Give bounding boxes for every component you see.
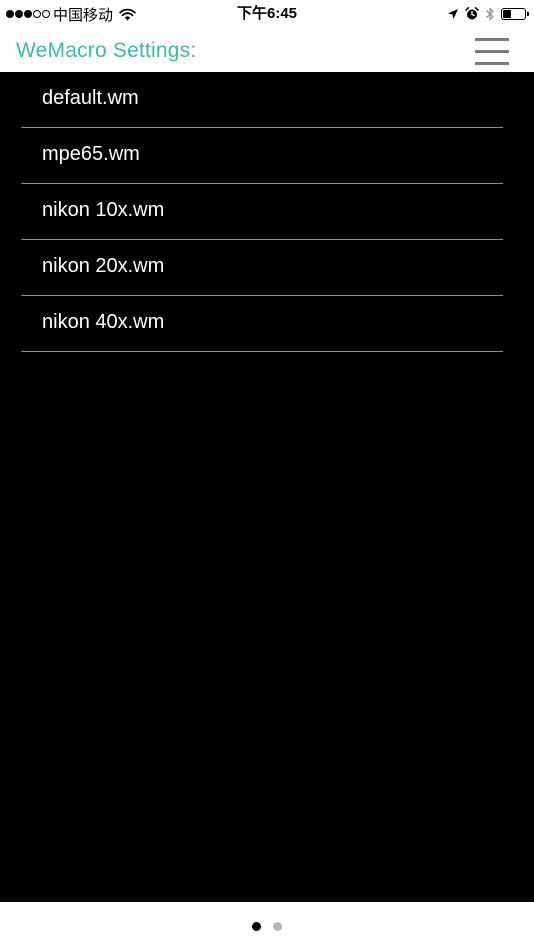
menu-bar-bottom <box>475 62 509 65</box>
status-bar: 中国移动 下午6:45 <box>0 0 534 28</box>
location-arrow-icon <box>448 9 458 19</box>
list-item-nikon-40x[interactable]: nikon 40x.wm <box>21 296 503 352</box>
list-item-mpe65[interactable]: mpe65.wm <box>21 128 503 184</box>
file-list-panel: default.wm mpe65.wm nikon 10x.wm nikon 2… <box>0 72 534 902</box>
battery-fill <box>503 10 512 18</box>
menu-bar-top <box>475 38 509 41</box>
battery-icon <box>501 8 529 20</box>
battery-tip <box>527 12 529 16</box>
status-right <box>447 4 529 24</box>
menu-bar-middle <box>475 50 509 53</box>
file-list: default.wm mpe65.wm nikon 10x.wm nikon 2… <box>21 72 503 352</box>
list-item-label: mpe65.wm <box>42 143 140 165</box>
list-item-default[interactable]: default.wm <box>21 72 503 128</box>
page-dot-1[interactable] <box>252 922 261 931</box>
list-item-label: nikon 20x.wm <box>42 255 165 277</box>
list-item-nikon-20x[interactable]: nikon 20x.wm <box>21 240 503 296</box>
page-title: WeMacro Settings: <box>16 39 197 62</box>
bluetooth-icon <box>486 7 494 21</box>
hamburger-menu-icon[interactable] <box>475 36 509 66</box>
page-dot-2[interactable] <box>273 922 282 931</box>
list-item-label: nikon 10x.wm <box>42 199 165 221</box>
app-header: WeMacro Settings: <box>0 28 534 72</box>
list-item-label: nikon 40x.wm <box>42 311 165 333</box>
list-item-label: default.wm <box>42 87 139 109</box>
alarm-clock-icon <box>465 7 479 20</box>
page-indicator-bar <box>0 902 534 950</box>
page-dots <box>0 922 534 931</box>
list-item-nikon-10x[interactable]: nikon 10x.wm <box>21 184 503 240</box>
app-screen: 中国移动 下午6:45 WeMacro Settings: default.wm… <box>0 0 534 950</box>
